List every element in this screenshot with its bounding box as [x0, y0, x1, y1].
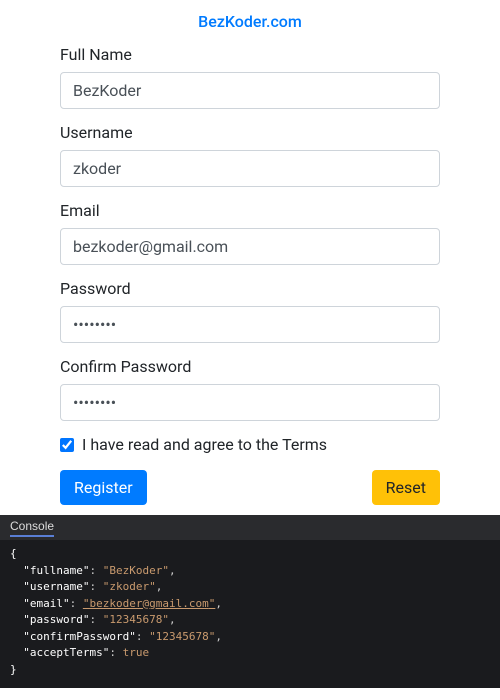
register-button[interactable]: Register [60, 470, 147, 505]
email-group: Email [60, 201, 440, 265]
reset-button[interactable]: Reset [372, 470, 440, 505]
password-label: Password [60, 279, 440, 298]
confirm-group: Confirm Password [60, 357, 440, 421]
fullname-group: Full Name [60, 45, 440, 109]
confirm-input[interactable] [60, 384, 440, 421]
terms-group: I have read and agree to the Terms [60, 435, 440, 454]
confirm-label: Confirm Password [60, 357, 440, 376]
console-panel: Console { "fullname": "BezKoder", "usern… [0, 515, 500, 688]
terms-checkbox[interactable] [60, 438, 74, 452]
fullname-label: Full Name [60, 45, 440, 64]
brand-title: BezKoder.com [60, 12, 440, 31]
username-label: Username [60, 123, 440, 142]
fullname-input[interactable] [60, 72, 440, 109]
console-accept: true [123, 646, 150, 659]
password-input[interactable] [60, 306, 440, 343]
console-fullname: "BezKoder" [103, 564, 169, 577]
username-input[interactable] [60, 150, 440, 187]
console-header: Console [0, 515, 500, 540]
password-group: Password [60, 279, 440, 343]
email-input[interactable] [60, 228, 440, 265]
console-output: { "fullname": "BezKoder", "username": "z… [0, 540, 500, 688]
console-tab[interactable]: Console [10, 519, 54, 537]
terms-label: I have read and agree to the Terms [82, 435, 327, 454]
console-password: "12345678" [103, 613, 169, 626]
username-group: Username [60, 123, 440, 187]
button-row: Register Reset [60, 470, 440, 505]
form-container: BezKoder.com Full Name Username Email Pa… [0, 0, 500, 505]
console-username: "zkoder" [103, 580, 156, 593]
email-label: Email [60, 201, 440, 220]
console-email: "bezkoder@gmail.com" [83, 597, 215, 610]
console-confirm: "12345678" [149, 630, 215, 643]
